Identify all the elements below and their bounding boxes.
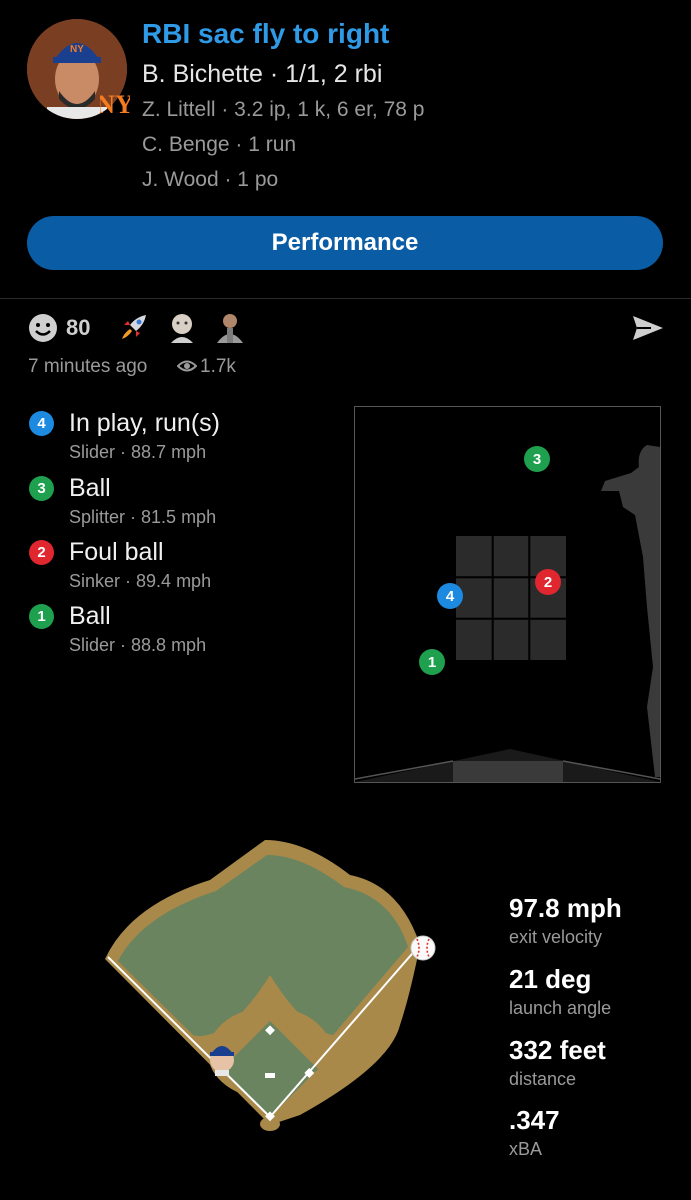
batter-marker [207,1038,237,1076]
pitch-result: Ball [69,602,111,630]
launch-angle-value: 21 deg [509,964,592,994]
player-avatar-icon[interactable] [214,311,246,343]
play-headline[interactable]: RBI sac fly to right [142,18,389,50]
rocket-icon[interactable] [118,311,150,343]
exit-velocity-label: exit velocity [509,927,603,947]
xba-label: xBA [509,1139,543,1159]
pitch-result: Ball [69,474,111,502]
pitch-detail: Slider · 88.7 mph [69,442,207,462]
svg-text:NY: NY [70,44,84,55]
send-icon[interactable] [631,313,665,343]
pitchers-rubber [265,1073,275,1078]
pitch-dot-3[interactable]: 3 [524,446,550,472]
pitch-dot-2[interactable]: 2 [535,569,561,595]
distance-value: 332 feet [509,1035,606,1065]
pitch-badge-1: 1 [29,604,54,629]
pitch-detail: Sinker · 89.4 mph [69,571,212,591]
baseball-icon [410,935,436,961]
strike-zone-grid [456,536,566,660]
performance-button[interactable]: Performance [27,216,663,270]
pitch-badge-3: 3 [29,476,54,501]
batter-silhouette [601,445,660,777]
pitch-result: In play, run(s) [69,409,220,437]
spray-chart [100,835,445,1135]
pitch-detail: Splitter · 81.5 mph [69,507,217,527]
runner-line: C. Benge · 1 run [142,133,297,156]
fielder-line: J. Wood · 1 po [142,168,279,191]
pitch-detail: Slider · 88.8 mph [69,635,207,655]
divider [0,298,691,299]
view-count: 1.7k [200,356,236,377]
pitch-dot-4[interactable]: 4 [437,583,463,609]
batter-line: B. Bichette · 1/1, 2 rbi [142,60,383,88]
xba-value: .347 [509,1105,560,1135]
launch-angle-label: launch angle [509,998,612,1018]
smiley-icon[interactable] [28,313,58,343]
eye-icon [176,358,198,374]
reaction-count: 80 [66,315,91,340]
distance-label: distance [509,1069,577,1089]
time-ago: 7 minutes ago [28,356,148,377]
baby-avatar-icon[interactable] [166,311,198,343]
strike-zone-chart [354,406,661,783]
pitch-badge-4: 4 [29,411,54,436]
pitch-badge-2: 2 [29,540,54,565]
team-logo: NY [96,85,134,121]
svg-text:NY: NY [100,90,130,119]
pitch-result: Foul ball [69,538,164,566]
home-plate [453,761,563,782]
pitch-dot-1[interactable]: 1 [419,649,445,675]
exit-velocity-value: 97.8 mph [509,893,622,923]
pitcher-line: Z. Littell · 3.2 ip, 1 k, 6 er, 78 p [142,98,425,121]
